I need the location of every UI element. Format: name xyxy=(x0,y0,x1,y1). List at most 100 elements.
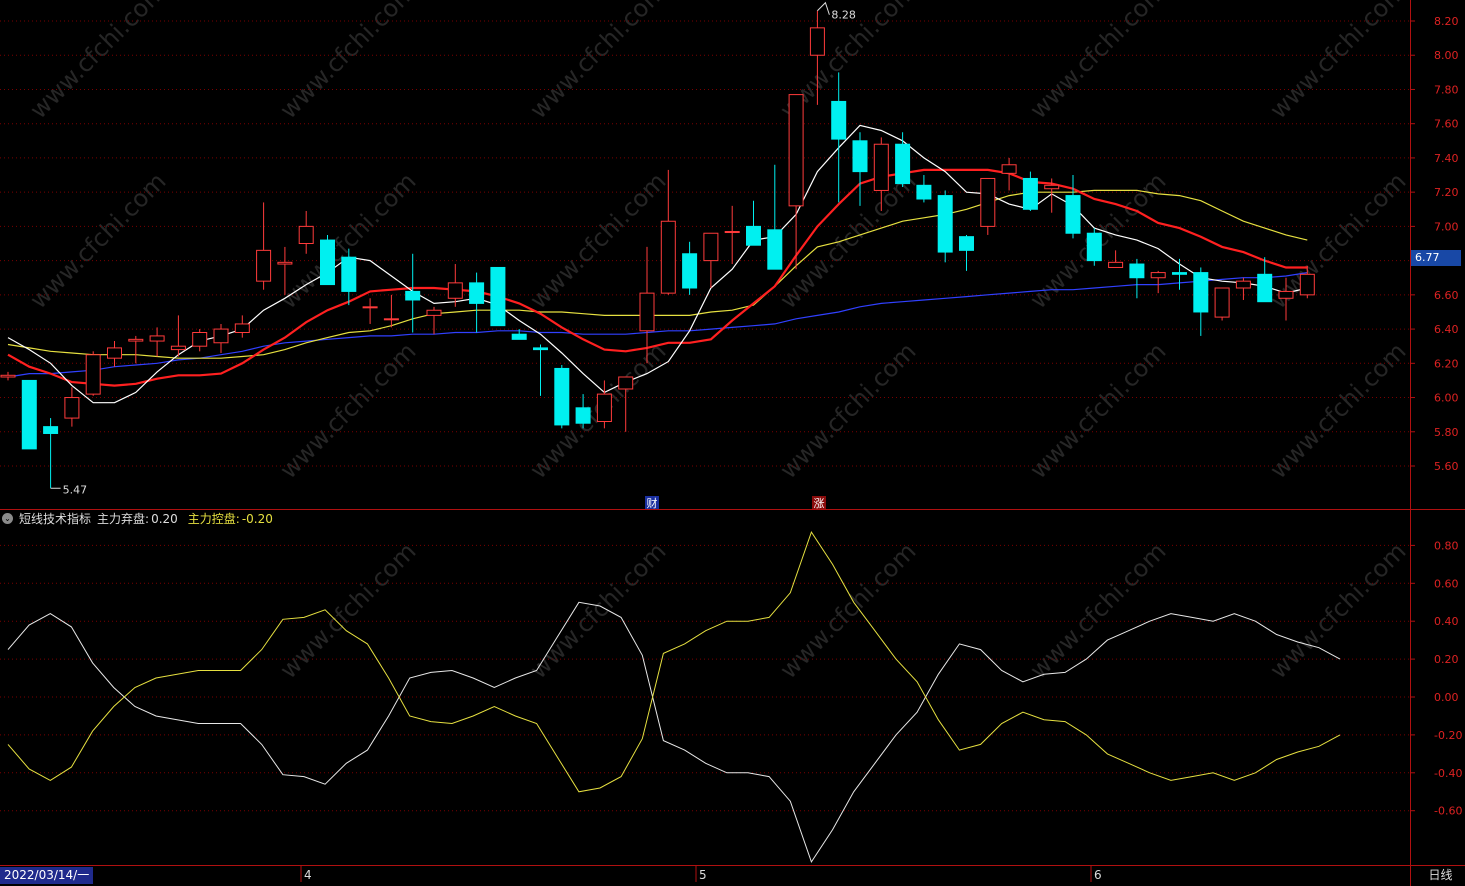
candle-body-down xyxy=(959,236,974,251)
candle-body-down xyxy=(1065,195,1081,234)
line1-series xyxy=(7,601,1341,864)
candle-body-up xyxy=(149,335,165,342)
watermark-text: www.cfchi.com xyxy=(524,0,671,124)
price-tick-label: 7.40 xyxy=(1434,152,1459,165)
candle-body-up xyxy=(1150,272,1166,279)
event-marker-label: 财 xyxy=(647,496,658,510)
candle-body-down xyxy=(682,253,698,289)
watermark-text: www.cfchi.com xyxy=(24,167,171,314)
candle-body-down xyxy=(916,184,932,200)
stock-chart-canvas[interactable]: www.cfchi.com www.cfchi.com www.cfchi.com w… xyxy=(0,0,1465,886)
candle-body-down xyxy=(469,282,485,304)
candle-body-up xyxy=(1044,184,1060,190)
candle-body-up xyxy=(1235,280,1251,289)
candle-body-up xyxy=(256,249,272,282)
candle-body-up xyxy=(192,332,208,347)
candle-body-up xyxy=(213,328,229,344)
candle-body-up xyxy=(85,354,101,395)
watermark-text: www.cfchi.com xyxy=(524,537,671,684)
indicator-tick-label: 0.40 xyxy=(1434,615,1459,628)
candle-body-down xyxy=(1129,263,1145,279)
candle-body-down xyxy=(533,347,548,351)
candle-body-up xyxy=(1299,273,1315,296)
indicator-tick-label: 0.20 xyxy=(1434,653,1459,666)
high-price-label: 8.28 xyxy=(831,9,856,22)
candle-body-down xyxy=(1257,273,1273,303)
price-tick-label: 8.20 xyxy=(1434,15,1459,28)
watermark-layer: www.cfchi.com www.cfchi.com www.cfchi.com w… xyxy=(24,0,1411,684)
candle-body-up xyxy=(809,27,825,56)
watermark-text: www.cfchi.com xyxy=(1024,337,1171,484)
event-marker-label: 涨 xyxy=(814,497,825,510)
candle-body-down xyxy=(490,266,506,327)
watermark-text: www.cfchi.com xyxy=(1264,337,1411,484)
price-axis-ticks: 8.208.007.807.607.407.207.006.806.606.40… xyxy=(1410,15,1459,473)
price-tick-label: 5.60 xyxy=(1434,460,1459,473)
price-tick-label: 7.80 xyxy=(1434,83,1459,96)
indicator-tick-label: -0.40 xyxy=(1434,767,1462,780)
indicator-tick-label: 0.60 xyxy=(1434,577,1459,590)
candle-body-up xyxy=(383,318,399,321)
indicator-header: ⌄ 短线技术指标 主力弃盘: 0.20 主力控盘: -0.20 xyxy=(2,510,273,527)
candle-body-down xyxy=(21,379,37,450)
candle-body-up xyxy=(1214,287,1230,318)
indicator-tick-label: 0.00 xyxy=(1434,691,1459,704)
candle-body-up xyxy=(277,261,293,265)
indicator-tick-label: -0.20 xyxy=(1434,729,1462,742)
candle-body-up xyxy=(362,306,378,309)
candle-body-up xyxy=(1108,261,1124,268)
watermark-text: www.cfchi.com xyxy=(274,0,421,124)
candle-body-up xyxy=(724,231,740,234)
candle-body-down xyxy=(1193,272,1209,313)
candle-body-down xyxy=(767,229,783,270)
candle-body-up xyxy=(639,292,655,332)
candle-body-up xyxy=(64,397,80,419)
candle-body-up xyxy=(1001,164,1017,174)
watermark-text: www.cfchi.com xyxy=(524,167,671,314)
price-tick-label: 6.20 xyxy=(1434,357,1459,370)
candlesticks xyxy=(0,10,1315,489)
candle-body-down xyxy=(405,290,421,301)
candle-body-up xyxy=(703,232,719,262)
watermark-text: www.cfchi.com xyxy=(774,337,921,484)
month-tick-label: 6 xyxy=(1094,868,1102,882)
candle-body-up xyxy=(0,374,16,378)
candle-body-down xyxy=(575,407,591,424)
indicator-axis-ticks: 0.80 0.60 0.40 0.20 0.00 -0.20 -0.40 -0.60 xyxy=(1410,539,1462,818)
watermark-text: www.cfchi.com xyxy=(1024,0,1171,124)
watermark-text: www.cfchi.com xyxy=(1024,537,1171,684)
indicator-tick-label: -0.60 xyxy=(1434,805,1462,818)
price-tick-label: 7.20 xyxy=(1434,186,1459,199)
month-tick-label: 4 xyxy=(304,868,312,882)
candle-body-down xyxy=(1022,177,1038,210)
candle-body-down xyxy=(1086,232,1102,262)
start-date-label[interactable]: 2022/03/14/一 xyxy=(0,867,94,884)
candle-body-up xyxy=(788,94,804,207)
candle-body-down xyxy=(895,143,911,185)
candle-body-down xyxy=(746,225,761,246)
line1-label: 主力弃盘: xyxy=(97,512,150,526)
month-tick-label: 5 xyxy=(699,868,707,882)
indicator-menu-icon[interactable]: ⌄ xyxy=(2,513,13,524)
watermark-text: www.cfchi.com xyxy=(1264,537,1411,684)
price-tick-label: 5.80 xyxy=(1434,426,1459,439)
watermark-text: www.cfchi.com xyxy=(24,0,171,124)
candle-body-up xyxy=(447,282,463,299)
candle-body-up xyxy=(234,323,250,334)
line2-label: 主力控盘: xyxy=(187,512,240,526)
candle-body-down xyxy=(511,333,527,340)
indicator-name[interactable]: 短线技术指标 xyxy=(19,510,91,527)
low-price-label: 5.47 xyxy=(63,483,88,496)
indicator-tick-label: 0.80 xyxy=(1434,539,1459,552)
candle-body-up xyxy=(980,177,996,227)
watermark-text: www.cfchi.com xyxy=(274,337,421,484)
price-tick-label: 6.00 xyxy=(1434,392,1459,405)
candle-body-down xyxy=(831,100,847,140)
candle-body-down xyxy=(341,256,357,292)
axes: 4 5 6 xyxy=(0,0,1465,886)
indicator-grid xyxy=(0,544,1410,812)
candle-body-up xyxy=(873,143,889,191)
period-label[interactable]: 日线 xyxy=(1416,867,1465,884)
candle-body-down xyxy=(937,195,953,253)
candle-body-up xyxy=(107,347,122,359)
